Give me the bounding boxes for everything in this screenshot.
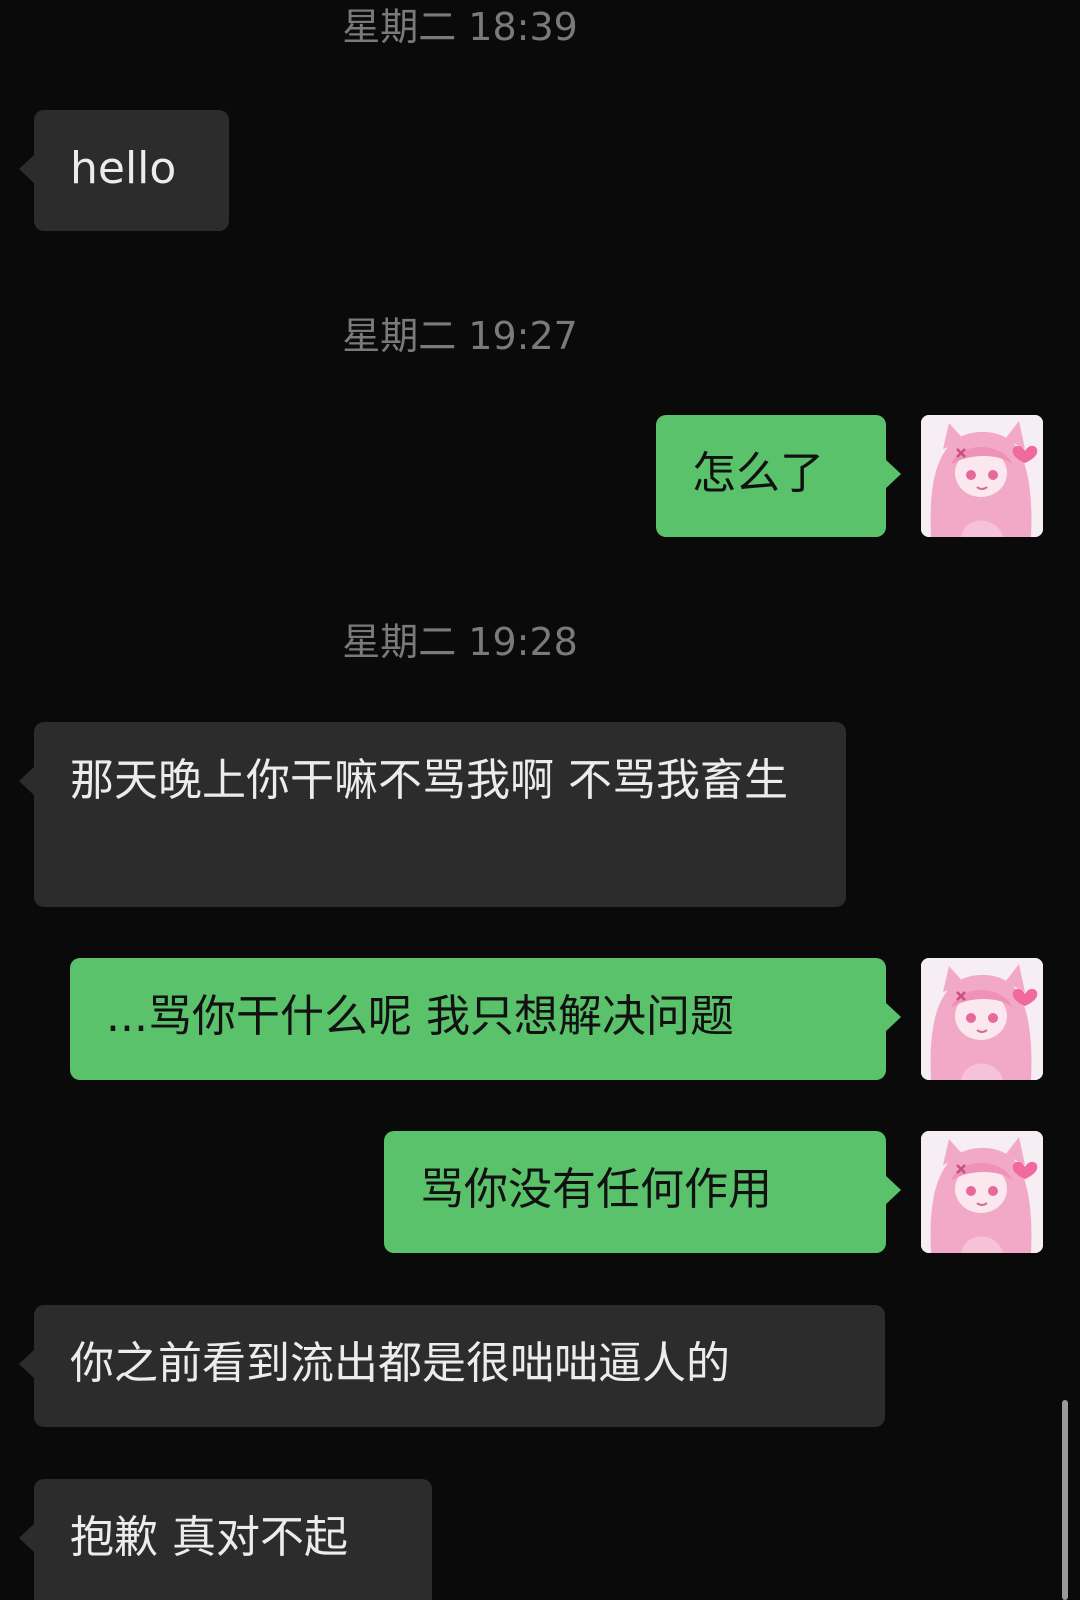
message-text: 你之前看到流出都是很咄咄逼人的 bbox=[70, 1338, 730, 1389]
message-text: 抱歉 真对不起 bbox=[70, 1512, 348, 1563]
message-text: ...骂你干什么呢 我只想解决问题 bbox=[106, 991, 734, 1042]
anime-girl-avatar-icon bbox=[921, 1131, 1043, 1253]
anime-girl-avatar-icon bbox=[921, 415, 1043, 537]
message-bubble-received[interactable]: 那天晚上你干嘛不骂我啊 不骂我畜生 bbox=[19, 722, 846, 907]
user-avatar[interactable] bbox=[921, 415, 1043, 537]
message-text: 骂你没有任何作用 bbox=[420, 1164, 772, 1215]
user-avatar[interactable] bbox=[921, 958, 1043, 1080]
scrollbar[interactable] bbox=[1062, 1400, 1068, 1600]
message-bubble-sent[interactable]: 骂你没有任何作用 bbox=[384, 1131, 901, 1253]
chat-window: 星期二 18:39 hello 星期二 19:27 怎么了 星期二 19:28 … bbox=[0, 0, 1080, 1600]
message-bubble-sent[interactable]: ...骂你干什么呢 我只想解决问题 bbox=[70, 958, 901, 1080]
message-text: 那天晚上你干嘛不骂我啊 不骂我畜生 bbox=[70, 755, 788, 806]
anime-girl-avatar-icon bbox=[921, 958, 1043, 1080]
message-bubble-received[interactable]: 抱歉 真对不起 bbox=[19, 1479, 432, 1600]
timestamp: 星期二 18:39 bbox=[342, 5, 578, 49]
message-text: 怎么了 bbox=[692, 448, 824, 499]
timestamp: 星期二 19:27 bbox=[342, 314, 578, 358]
message-bubble-sent[interactable]: 怎么了 bbox=[656, 415, 901, 537]
timestamp: 星期二 19:28 bbox=[342, 620, 578, 664]
message-bubble-received[interactable]: 你之前看到流出都是很咄咄逼人的 bbox=[19, 1305, 885, 1427]
message-text: hello bbox=[70, 143, 177, 194]
user-avatar[interactable] bbox=[921, 1131, 1043, 1253]
message-bubble-received[interactable]: hello bbox=[19, 110, 229, 231]
